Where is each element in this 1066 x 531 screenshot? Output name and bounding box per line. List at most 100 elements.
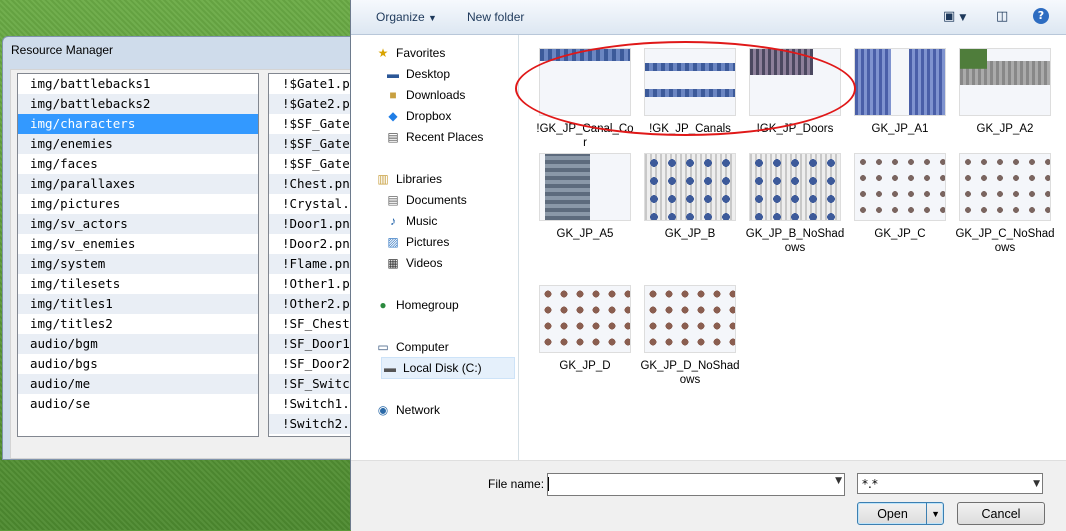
library-icon: ▥ [377,172,389,186]
folder-item[interactable]: img/parallaxes [18,174,258,194]
file-item[interactable]: !SF_Switch.png [269,374,353,394]
file-item[interactable]: !SF_Door1.png [269,334,353,354]
folder-item[interactable]: img/system [18,254,258,274]
open-button[interactable]: Open ▼ [857,502,944,525]
folder-item[interactable]: img/tilesets [18,274,258,294]
file-item[interactable]: !$SF_Gate2.png [269,134,353,154]
file-thumbnail [539,153,631,221]
file-item[interactable]: !SF_Door2.png [269,354,353,374]
file-item[interactable]: !$Gate1.png [269,74,353,94]
nav-network[interactable]: ◉ Network [375,400,440,420]
dialog-footer: File name: ▼ *.* ▼ Open ▼ Cancel [351,460,1066,531]
file-tile[interactable]: GK_JP_A1 [850,48,950,136]
nav-desktop[interactable]: ▬ Desktop [385,64,450,84]
folder-item[interactable]: img/sv_actors [18,214,258,234]
nav-pictures[interactable]: ▨ Pictures [385,232,449,252]
cancel-button[interactable]: Cancel [957,502,1045,525]
desktop-icon: ▬ [387,67,399,81]
nav-videos[interactable]: ▦ Videos [385,253,442,273]
organize-button[interactable]: Organize ▼ [376,10,437,24]
file-item[interactable]: !Other1.png [269,274,353,294]
nav-music[interactable]: ♪ Music [385,211,437,231]
file-tile[interactable]: GK_JP_A2 [955,48,1055,136]
file-item[interactable]: !SF_Chest.png [269,314,353,334]
file-item[interactable]: !Door1.png [269,214,353,234]
window-title: Resource Manager [11,43,114,57]
downloads-icon: ■ [389,88,397,102]
chevron-down-icon[interactable]: ▼ [835,476,842,486]
file-thumbnail [644,153,736,221]
nav-downloads[interactable]: ■ Downloads [385,85,465,105]
nav-computer[interactable]: ▭ Computer [375,337,448,357]
nav-recent-places[interactable]: ▤ Recent Places [385,127,483,147]
file-thumbnail [854,48,946,116]
nav-favorites[interactable]: ★ Favorites [375,43,446,63]
file-list[interactable]: !$Gate1.png!$Gate2.png!$SF_Gate1.png!$SF… [268,73,354,437]
file-caption: GK_JP_D [559,360,611,372]
preview-pane-icon[interactable]: ◫ [996,9,1008,25]
file-name-input[interactable]: ▼ [547,473,845,496]
network-icon: ◉ [377,403,389,417]
folder-item[interactable]: img/battlebacks1 [18,74,258,94]
file-caption: GK_JP_C [874,228,926,240]
file-item[interactable]: !Other2.png [269,294,353,314]
help-icon[interactable]: ? [1033,8,1049,24]
file-tile[interactable]: GK_JP_D [535,285,635,373]
nav-local-disk[interactable]: ▬ Local Disk (C:) [381,357,515,379]
file-type-select[interactable]: *.* ▼ [857,473,1043,494]
file-tile[interactable]: GK_JP_B_NoShad ows [745,153,845,255]
folder-item[interactable]: audio/bgm [18,334,258,354]
file-item[interactable]: !Crystal.png [269,194,353,214]
chevron-down-icon: ▼ [1033,479,1040,489]
change-view-icon[interactable]: ▣ ▼ [943,9,966,25]
dialog-toolbar: Organize ▼ New folder ▣ ▼ ◫ ? [351,0,1066,35]
new-folder-button[interactable]: New folder [467,10,524,24]
file-tile[interactable]: GK_JP_C_NoShad ows [955,153,1055,255]
folder-item[interactable]: img/pictures [18,194,258,214]
file-tile[interactable]: GK_JP_D_NoShad ows [640,285,740,387]
file-name-label: File name: [488,477,545,491]
file-caption: GK_JP_C_NoShad ows [955,228,1055,254]
chevron-down-icon: ▼ [428,13,437,23]
file-thumbnail [539,285,631,353]
file-tile[interactable]: GK_JP_A5 [535,153,635,241]
nav-dropbox[interactable]: ◆ Dropbox [385,106,451,126]
folder-list[interactable]: img/battlebacks1 img/battlebacks2 img/char… [17,73,259,437]
file-caption: GK_JP_A2 [976,123,1034,135]
folder-item[interactable]: audio/se [18,394,258,414]
pictures-icon: ▨ [387,235,399,249]
file-tile[interactable]: GK_JP_B [640,153,740,241]
folder-item[interactable]: img/battlebacks2 [18,94,258,114]
file-thumbnail [959,153,1051,221]
navigation-pane: ★ Favorites ▬ Desktop ■ Downloads ◆ Dropbox … [351,35,519,460]
chevron-down-icon[interactable]: ▼ [931,503,940,525]
videos-icon: ▦ [387,256,399,270]
file-item[interactable]: !Chest.png [269,174,353,194]
star-icon: ★ [377,46,389,60]
folder-item[interactable]: img/characters [18,114,258,134]
folder-item[interactable]: img/titles1 [18,294,258,314]
nav-documents[interactable]: ▤ Documents [385,190,466,210]
nav-libraries[interactable]: ▥ Libraries [375,169,442,189]
file-tile[interactable]: GK_JP_C [850,153,950,241]
file-item[interactable]: !Door2.png [269,234,353,254]
file-item[interactable]: !Switch1.png [269,394,353,414]
folder-item[interactable]: img/sv_enemies [18,234,258,254]
nav-homegroup[interactable]: ● Homegroup [375,295,458,315]
file-caption: GK_JP_A5 [556,228,614,240]
file-item[interactable]: !Switch2.png [269,414,353,434]
folder-item[interactable]: img/enemies [18,134,258,154]
file-item[interactable]: !$SF_Gate1.png [269,114,353,134]
file-item[interactable]: !$Gate2.png [269,94,353,114]
music-icon: ♪ [390,214,396,228]
file-caption: GK_JP_D_NoShad ows [640,360,740,386]
folder-item[interactable]: img/titles2 [18,314,258,334]
file-caption: GK_JP_A1 [871,123,929,135]
file-item[interactable]: !Flame.png [269,254,353,274]
computer-icon: ▭ [377,340,389,354]
folder-item[interactable]: img/faces [18,154,258,174]
file-item[interactable]: !$SF_Gate3.png [269,154,353,174]
folder-item[interactable]: audio/bgs [18,354,258,374]
file-thumbnail [959,48,1051,116]
folder-item[interactable]: audio/me [18,374,258,394]
